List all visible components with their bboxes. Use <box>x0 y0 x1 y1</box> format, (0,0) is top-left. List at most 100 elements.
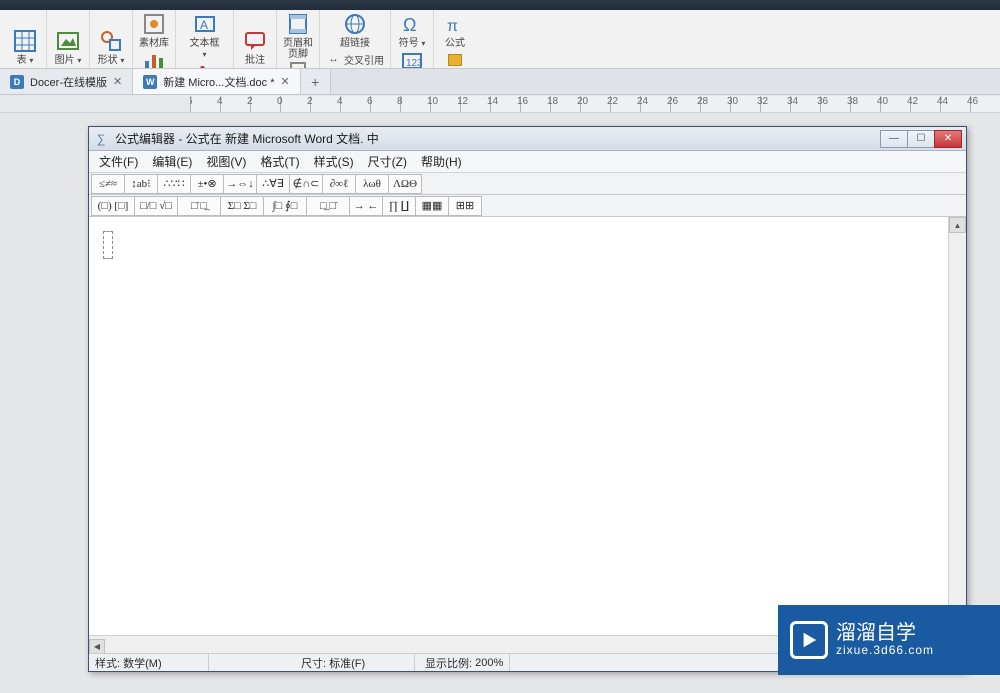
ribbon-wordart[interactable]: A 艺术字 ▾ <box>188 60 222 69</box>
ribbon-hyperlink[interactable]: 超链接 <box>338 12 372 49</box>
status-zoom[interactable]: 显示比例: 200% <box>419 654 510 671</box>
abc-icon <box>448 54 462 66</box>
ruler-tick: 12 <box>460 96 472 112</box>
ruler-tick: 6 <box>370 96 377 112</box>
svg-text:123: 123 <box>406 58 423 69</box>
vertical-scrollbar[interactable]: ▲ ▼ <box>948 217 966 635</box>
ruler-tick: 2 <box>250 96 257 112</box>
status-style[interactable]: 样式: 数学(M) <box>89 654 209 671</box>
template-palette-btn-0[interactable]: (□) [□] <box>91 196 135 216</box>
menu-edit[interactable]: 编辑(E) <box>146 151 198 172</box>
document-tabs: D Docer-在线模版 ✕ W 新建 Micro...文档.doc * ✕ + <box>0 69 1000 95</box>
menu-file[interactable]: 文件(F) <box>93 151 144 172</box>
ruler-tick: 2 <box>310 96 317 112</box>
ruler-tick: 22 <box>610 96 622 112</box>
equation-editor-window: ∑ 公式编辑器 - 公式在 新建 Microsoft Word 文档. 中 — … <box>88 126 967 672</box>
equation-icon: π <box>443 12 467 36</box>
menu-view[interactable]: 视图(V) <box>200 151 252 172</box>
template-palette-btn-7[interactable]: ∏ ∐ <box>382 196 416 216</box>
gallery-icon <box>142 12 166 36</box>
svg-text:π: π <box>447 18 458 35</box>
tab-docer[interactable]: D Docer-在线模版 ✕ <box>0 69 133 94</box>
scroll-up-arrow[interactable]: ▲ <box>949 217 966 233</box>
menu-help[interactable]: 帮助(H) <box>415 151 468 172</box>
equation-canvas[interactable] <box>89 217 948 635</box>
close-icon[interactable]: ✕ <box>113 75 122 88</box>
template-palette-btn-8[interactable]: ▦▦ <box>415 196 449 216</box>
symbol-palette-btn-2[interactable]: ∴∵∷ <box>157 174 191 194</box>
svg-text:A: A <box>200 18 208 32</box>
template-palette-btn-1[interactable]: □/□ √□ <box>134 196 178 216</box>
symbol-palette-btn-0[interactable]: ≤≠≈ <box>91 174 125 194</box>
template-palette-btn-3[interactable]: Σ□ Σ□ <box>220 196 264 216</box>
ribbon-chart[interactable]: 图表 <box>137 49 171 69</box>
ruler-tick: 4 <box>340 96 347 112</box>
equation-cursor-slot <box>103 231 113 259</box>
ruler-tick: 36 <box>820 96 832 112</box>
site-watermark: 溜溜自学 zixue.3d66.com <box>778 605 1000 675</box>
maximize-button[interactable]: ☐ <box>907 130 935 148</box>
menu-size[interactable]: 尺寸(Z) <box>362 151 413 172</box>
ruler-tick: 18 <box>550 96 562 112</box>
equation-toolbar-1: ≤≠≈↕ab⁝∴∵∷±•⊗→⇔↓∴∀∃∉∩⊂∂∞ℓλωθΛΩΘ <box>89 173 966 195</box>
ruler-tick: 30 <box>730 96 742 112</box>
ruler-tick: 10 <box>430 96 442 112</box>
symbol-palette-btn-8[interactable]: λωθ <box>355 174 389 194</box>
template-palette-btn-9[interactable]: ⊞⊞ <box>448 196 482 216</box>
ribbon-crossref[interactable]: ↔交叉引用 <box>324 51 386 68</box>
menu-style[interactable]: 样式(S) <box>308 151 360 172</box>
symbol-palette-btn-6[interactable]: ∉∩⊂ <box>289 174 323 194</box>
wordart-icon: A <box>193 60 217 69</box>
horizontal-ruler[interactable]: 6420246810121416182022242628303234363840… <box>190 96 1000 112</box>
ruler-tick: 46 <box>970 96 982 112</box>
template-palette-btn-4[interactable]: ∫□ ∮□ <box>263 196 307 216</box>
ruler-tick: 6 <box>190 96 197 112</box>
watermark-title: 溜溜自学 <box>836 622 934 644</box>
symbol-palette-btn-1[interactable]: ↕ab⁝ <box>124 174 158 194</box>
ruler-tick: 44 <box>940 96 952 112</box>
close-button[interactable]: ✕ <box>934 130 962 148</box>
symbol-palette-btn-5[interactable]: ∴∀∃ <box>256 174 290 194</box>
equation-editor-titlebar[interactable]: ∑ 公式编辑器 - 公式在 新建 Microsoft Word 文档. 中 — … <box>89 127 966 151</box>
ribbon-table[interactable]: 表 ▾ <box>8 12 42 66</box>
ribbon-picture[interactable]: 图片 ▾ <box>51 12 85 66</box>
headerfooter-icon <box>286 12 310 36</box>
minimize-button[interactable]: — <box>880 130 908 148</box>
status-size[interactable]: 尺寸: 标准(F) <box>295 654 415 671</box>
equation-canvas-area: ▲ ▼ ◀ <box>89 217 966 653</box>
symbol-palette-btn-9[interactable]: ΛΩΘ <box>388 174 422 194</box>
ribbon-shapes[interactable]: 形状 ▾ <box>94 12 128 66</box>
ribbon-pagenumber[interactable]: # 页码 ▾ <box>281 60 315 69</box>
menu-format[interactable]: 格式(T) <box>254 151 305 172</box>
picture-icon <box>56 29 80 53</box>
ruler-tick: 32 <box>760 96 772 112</box>
ruler-tick: 24 <box>640 96 652 112</box>
symbol-palette-btn-4[interactable]: →⇔↓ <box>223 174 257 194</box>
ruler-tick: 40 <box>880 96 892 112</box>
shapes-icon <box>99 29 123 53</box>
play-icon <box>790 621 828 659</box>
ribbon-misc-1[interactable] <box>446 51 464 68</box>
ruler-tick: 20 <box>580 96 592 112</box>
ribbon-clipart[interactable]: 素材库 <box>137 12 171 49</box>
ribbon-headerfooter[interactable]: 页眉和页脚 <box>281 12 315 60</box>
symbol-palette-btn-3[interactable]: ±•⊗ <box>190 174 224 194</box>
word-icon: W <box>143 75 157 89</box>
tab-new[interactable]: + <box>301 69 331 94</box>
ribbon-symbol[interactable]: Ω 符号 ▾ <box>395 12 429 49</box>
ribbon-comment[interactable]: 批注 <box>238 12 272 66</box>
ribbon-textbox[interactable]: A 文本框 ▾ <box>188 12 222 60</box>
ruler-tick: 0 <box>280 96 287 112</box>
ruler-tick: 38 <box>850 96 862 112</box>
ruler-tick: 28 <box>700 96 712 112</box>
ruler-tick: 42 <box>910 96 922 112</box>
tab-document[interactable]: W 新建 Micro...文档.doc * ✕ <box>133 69 300 94</box>
close-icon[interactable]: ✕ <box>280 75 289 88</box>
ribbon-number[interactable]: 123 数字 <box>395 49 429 69</box>
template-palette-btn-5[interactable]: □̲ □̄ <box>306 196 350 216</box>
template-palette-btn-6[interactable]: → ← <box>349 196 383 216</box>
table-icon <box>13 29 37 53</box>
template-palette-btn-2[interactable]: □̄ □̲ <box>177 196 221 216</box>
symbol-palette-btn-7[interactable]: ∂∞ℓ <box>322 174 356 194</box>
ribbon-equation[interactable]: π 公式 <box>438 12 472 49</box>
